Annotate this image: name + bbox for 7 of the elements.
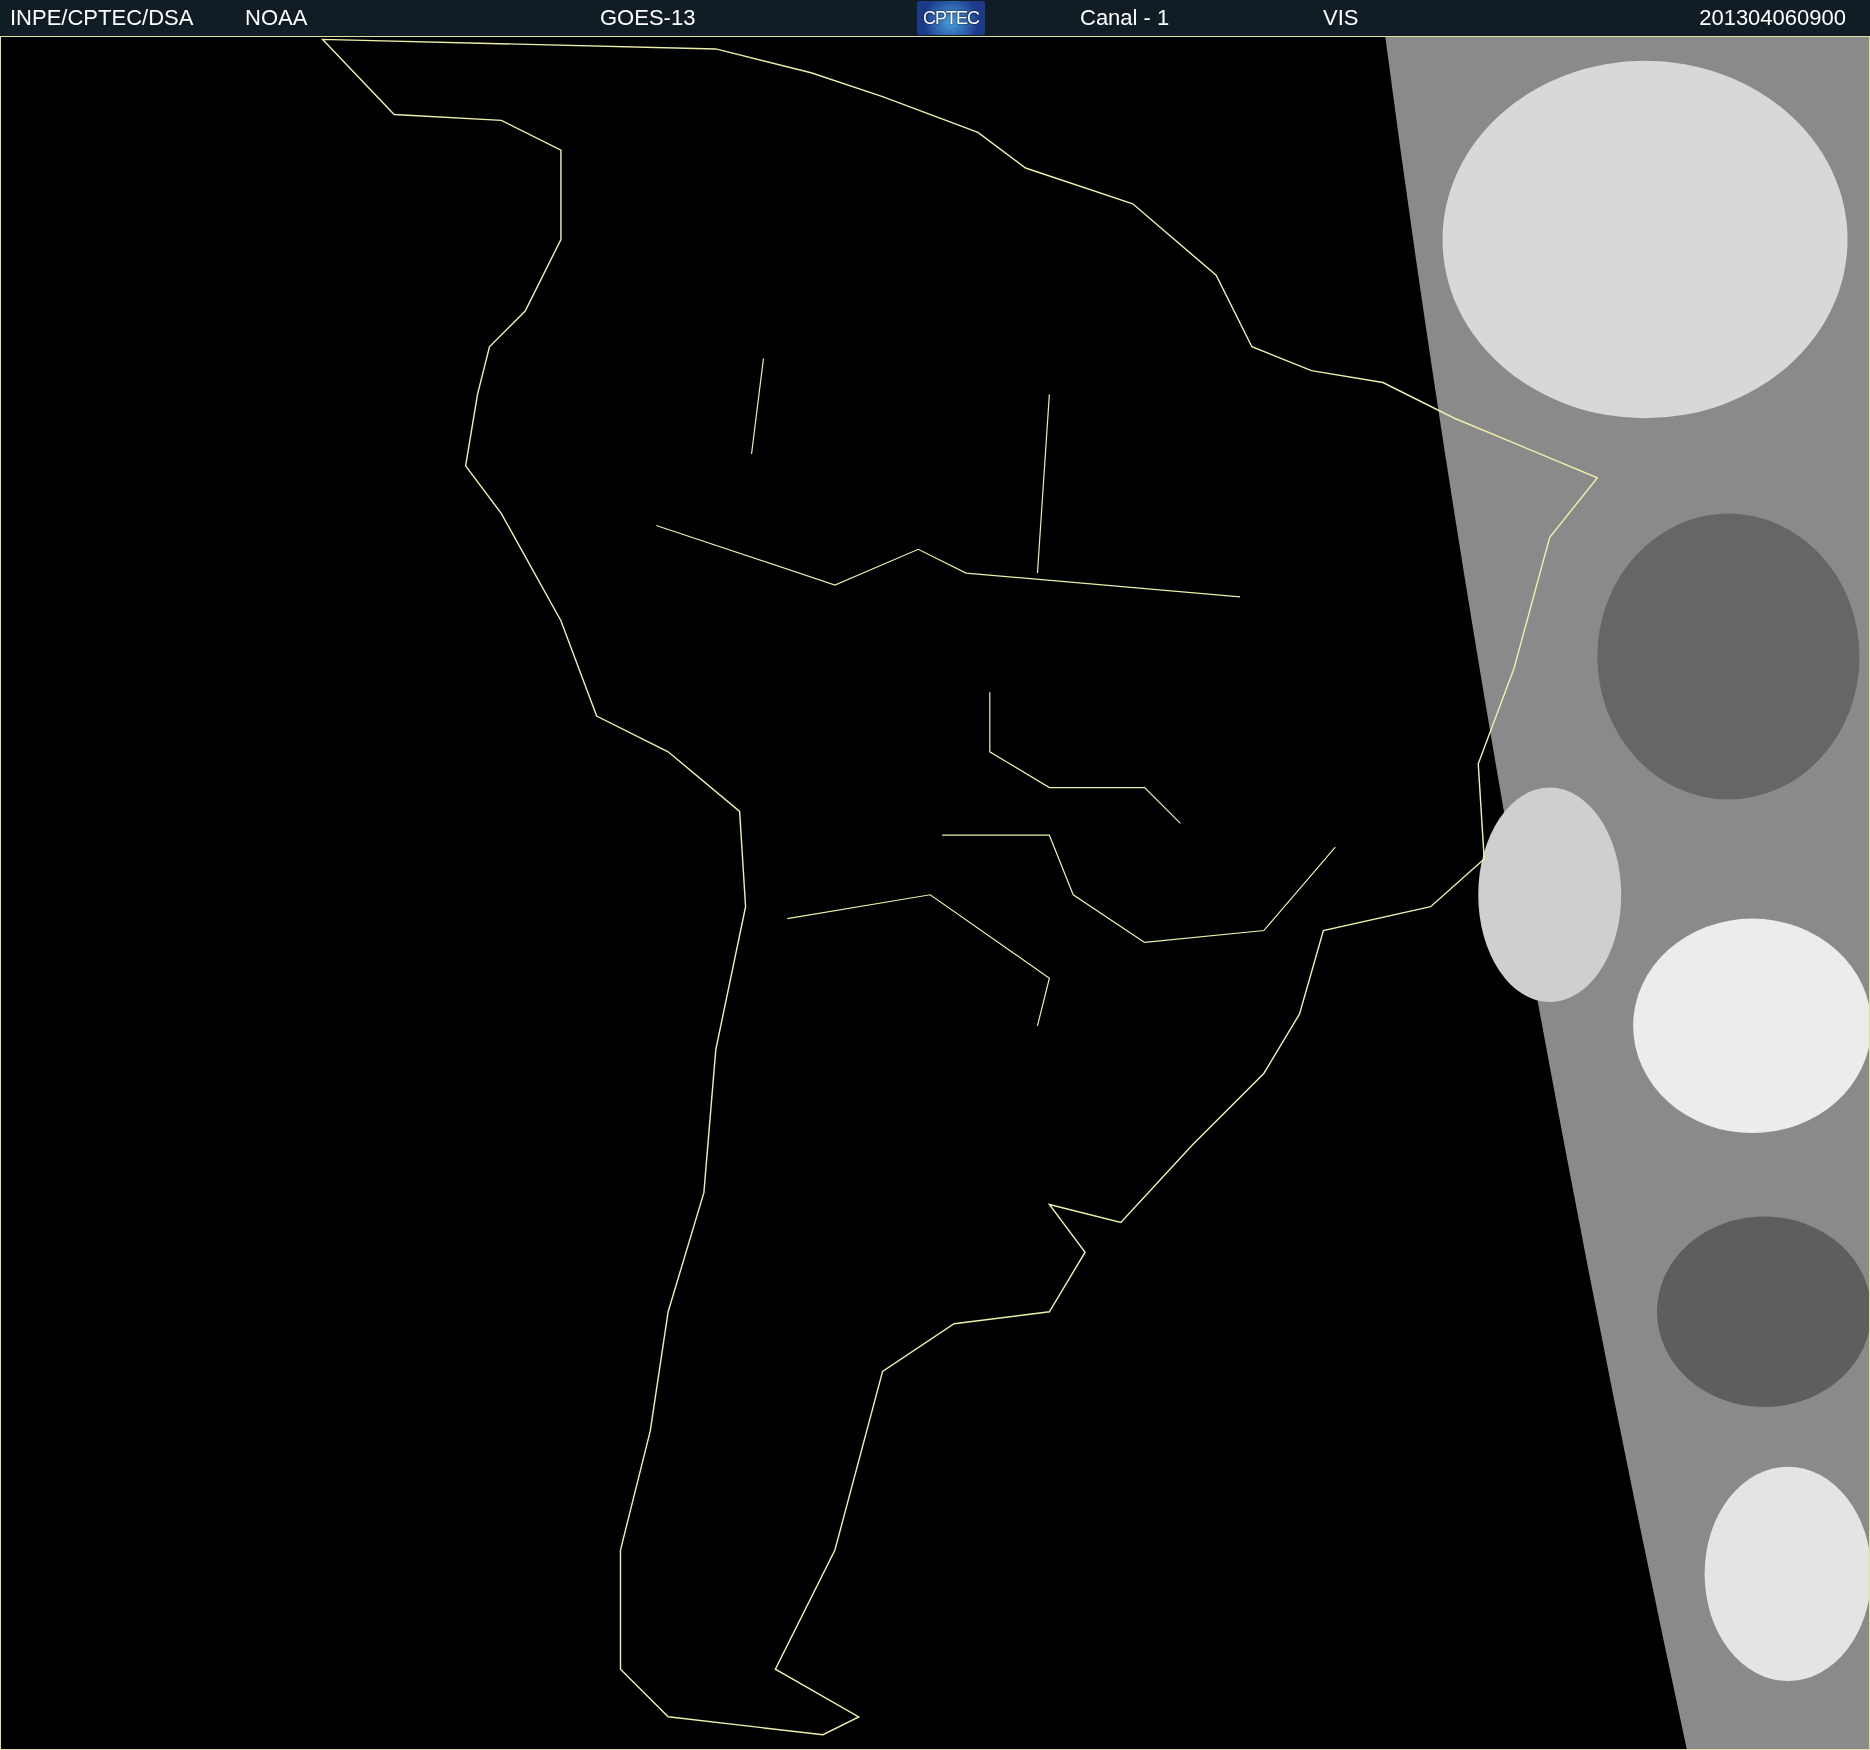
timestamp: 201304060900 [1699,5,1846,31]
header-label: GOES-13 [600,5,696,31]
header-label: NOAA [245,5,308,31]
header-label: VIS [1323,5,1359,31]
header-label: INPE/CPTEC/DSA [10,5,194,31]
logo: CPTEC [917,1,985,35]
header-label: Canal - 1 [1080,5,1170,31]
